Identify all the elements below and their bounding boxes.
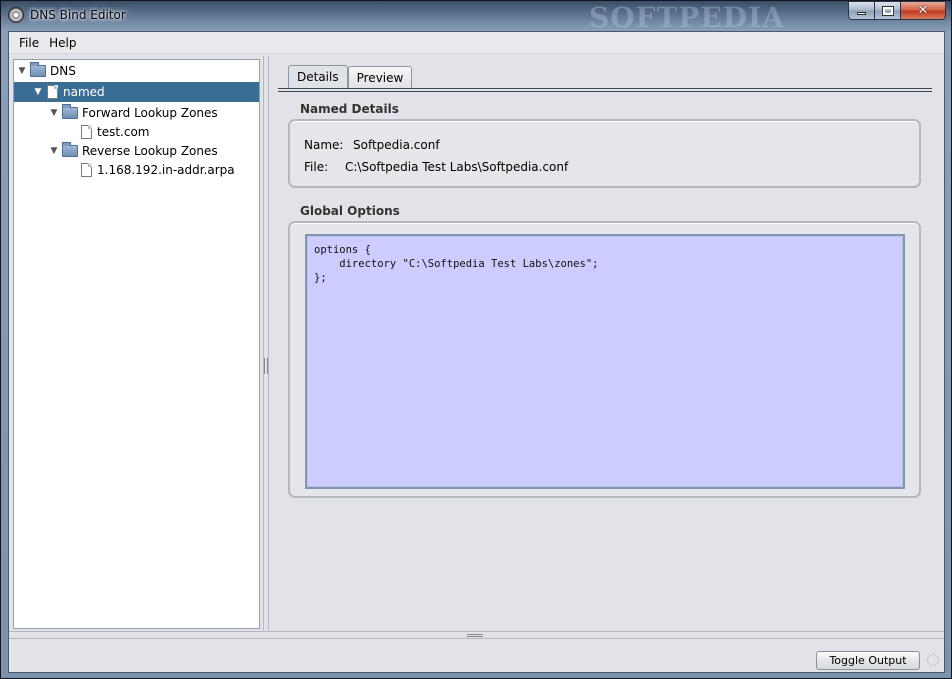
tree-node-dns[interactable]: ▼ DNS: [16, 61, 257, 81]
watermark: SOFTPEDIA: [589, 1, 785, 34]
file-value: C:\Softpedia Test Labs\Softpedia.conf: [345, 160, 569, 174]
maximize-button[interactable]: [875, 1, 901, 20]
client-area: File Help ▼ DNS ▼ named ▼ Forward Lookup…: [8, 31, 945, 673]
tree-node-label: Reverse Lookup Zones: [82, 144, 218, 158]
expand-arrow-icon[interactable]: ▼: [32, 87, 44, 97]
minimize-icon: [857, 12, 866, 15]
resize-grip-icon[interactable]: [927, 654, 939, 666]
title-bar[interactable]: DNS Bind Editor SOFTPEDIA ✕: [1, 1, 951, 34]
tab-preview[interactable]: Preview: [347, 66, 413, 88]
app-window: DNS Bind Editor SOFTPEDIA ✕ File Help ▼ …: [0, 0, 952, 679]
tree-node-reverse-lookup-zones[interactable]: ▼ Reverse Lookup Zones: [48, 141, 218, 161]
folder-icon: [62, 104, 78, 119]
tree-node-label: named: [63, 85, 105, 99]
name-label: Name:: [304, 138, 344, 152]
tree-node-label: DNS: [50, 64, 76, 78]
folder-icon: [62, 142, 78, 157]
expand-arrow-icon[interactable]: ▼: [48, 146, 60, 156]
splitter-grip-icon[interactable]: [467, 634, 483, 637]
expand-arrow-icon[interactable]: ▼: [16, 66, 28, 76]
tree-node-forward-lookup-zones[interactable]: ▼ Forward Lookup Zones: [48, 103, 218, 123]
global-options-editor[interactable]: options { directory "C:\Softpedia Test L…: [305, 234, 905, 489]
tab-bar: Details Preview: [288, 65, 413, 88]
window-title: DNS Bind Editor: [30, 8, 126, 22]
minimize-button[interactable]: [848, 1, 875, 20]
file-icon: [81, 163, 92, 177]
splitter-grip-icon[interactable]: [264, 358, 268, 374]
file-icon: [81, 125, 92, 139]
global-options-text: options { directory "C:\Softpedia Test L…: [314, 244, 599, 284]
named-details-group: Name: Softpedia.conf File: C:\Softpedia …: [288, 119, 921, 188]
maximize-icon: [881, 5, 894, 16]
dns-tree[interactable]: ▼ DNS ▼ named ▼ Forward Lookup Zones tes…: [13, 59, 260, 629]
tree-node-test-com[interactable]: test.com: [78, 122, 150, 142]
menu-bar: File Help: [9, 32, 944, 54]
app-icon: [8, 7, 24, 23]
name-value: Softpedia.conf: [353, 138, 440, 152]
close-icon: ✕: [917, 3, 929, 18]
tree-node-named[interactable]: ▼ named: [14, 82, 259, 102]
file-label: File:: [304, 160, 329, 174]
named-details-title: Named Details: [300, 102, 399, 116]
file-icon: [47, 85, 58, 99]
tree-node-label: test.com: [97, 125, 150, 139]
toggle-output-button[interactable]: Toggle Output: [816, 651, 920, 670]
tree-node-label: Forward Lookup Zones: [82, 106, 218, 120]
close-button[interactable]: ✕: [901, 1, 946, 20]
tab-details[interactable]: Details: [288, 65, 348, 88]
menu-help[interactable]: Help: [44, 36, 81, 50]
tree-node-label: 1.168.192.in-addr.arpa: [97, 163, 235, 177]
menu-file[interactable]: File: [14, 36, 44, 50]
vertical-splitter[interactable]: [261, 56, 271, 630]
folder-icon: [30, 62, 46, 77]
tree-node-reverse-zone[interactable]: 1.168.192.in-addr.arpa: [78, 160, 235, 180]
global-options-title: Global Options: [300, 204, 400, 218]
expand-arrow-icon[interactable]: ▼: [48, 108, 60, 118]
horizontal-splitter[interactable]: [9, 631, 944, 639]
